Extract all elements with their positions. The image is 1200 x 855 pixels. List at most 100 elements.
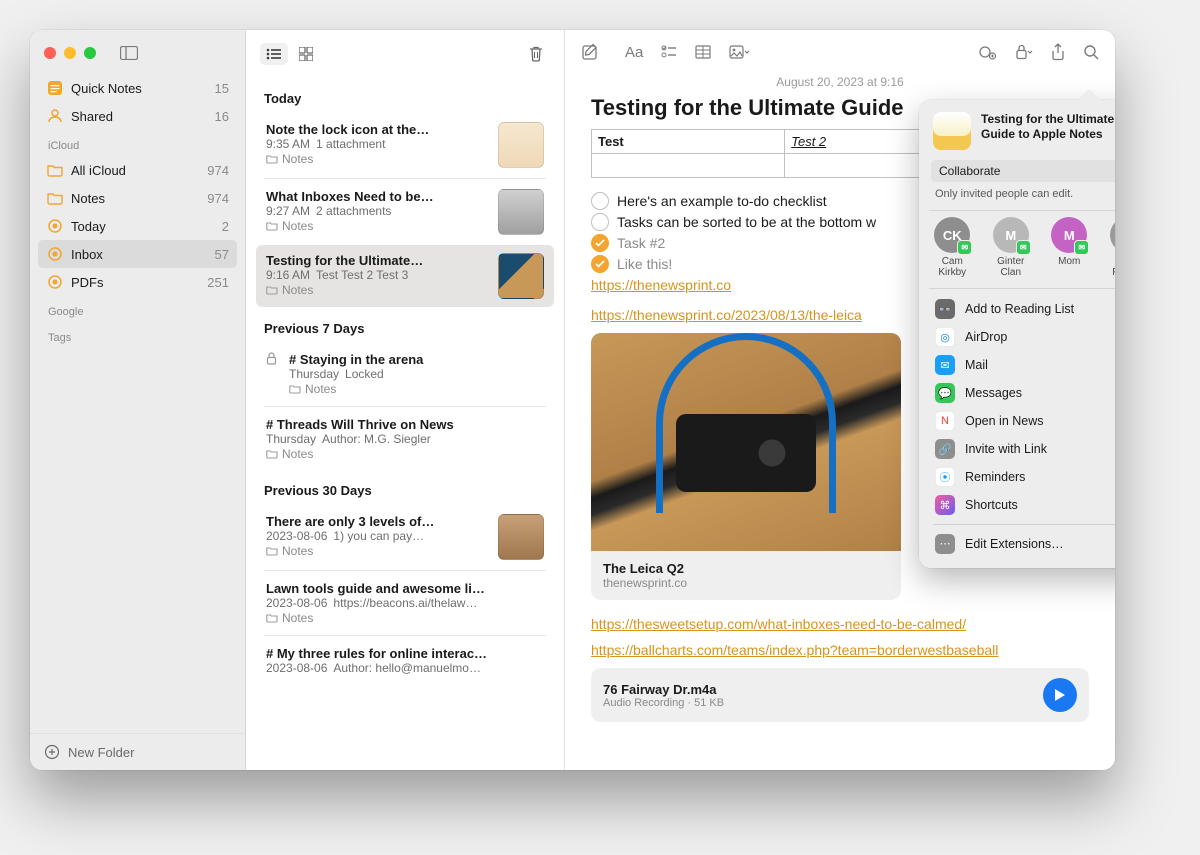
link-preview-card[interactable]: The Leica Q2 thenewsprint.co xyxy=(591,333,901,600)
sidebar-item-all-icloud[interactable]: All iCloud 974 xyxy=(38,156,237,184)
grid-view-button[interactable] xyxy=(292,43,320,65)
note-thumbnail xyxy=(498,189,544,235)
menu-item-label: Add to Reading List xyxy=(965,302,1074,316)
smart-folder-icon xyxy=(46,217,64,235)
note-title: # My three rules for online interac… xyxy=(266,646,544,661)
audio-attachment[interactable]: 76 Fairway Dr.m4a Audio Recording · 51 K… xyxy=(591,668,1089,722)
checkbox[interactable] xyxy=(591,234,609,252)
sidebar-item-notes[interactable]: Notes 974 xyxy=(38,184,237,212)
app-icon: ◎ xyxy=(935,327,955,347)
toggle-sidebar-button[interactable] xyxy=(120,46,138,60)
edit-extensions-button[interactable]: ⋯ Edit Extensions… xyxy=(929,530,1115,558)
lock-icon xyxy=(266,352,277,365)
share-person[interactable]: CK✉Cam Kirkby xyxy=(931,217,974,278)
new-folder-label: New Folder xyxy=(68,745,134,760)
note-item[interactable]: # My three rules for online interac… 202… xyxy=(256,638,554,683)
close-window-button[interactable] xyxy=(44,47,56,59)
share-menu-item[interactable]: 🔗Invite with Link xyxy=(929,435,1115,463)
lock-button[interactable] xyxy=(1015,44,1033,60)
note-item[interactable]: Lawn tools guide and awesome li… 2023-08… xyxy=(256,573,554,633)
link-note-button[interactable] xyxy=(979,44,997,60)
avatar: M✉ xyxy=(993,217,1029,253)
sidebar-item-shared[interactable]: Shared 16 xyxy=(38,102,237,130)
menu-item-label: Open in News xyxy=(965,414,1044,428)
share-menu-item[interactable]: ◎ AirDrop xyxy=(929,323,1115,351)
sidebar-item-count: 974 xyxy=(207,163,229,178)
folder-icon xyxy=(46,189,64,207)
note-item[interactable]: There are only 3 levels of… 2023-08-06 1… xyxy=(256,506,554,568)
editor-toolbar: Aa xyxy=(565,30,1115,69)
checklist-text: Tasks can be sorted to be at the bottom … xyxy=(617,214,876,230)
share-button[interactable] xyxy=(1051,43,1065,61)
note-title: # Threads Will Thrive on News xyxy=(266,417,544,432)
share-menu-item[interactable]: ✉Mail xyxy=(929,351,1115,379)
share-person[interactable]: M✉Ginter Clan xyxy=(990,217,1033,278)
list-view-button[interactable] xyxy=(260,43,288,65)
note-item[interactable]: # Threads Will Thrive on News Thursday A… xyxy=(256,409,554,469)
share-menu-item[interactable]: N Open in News xyxy=(929,407,1115,435)
sidebar-item-count: 57 xyxy=(215,247,229,262)
checklist-text: Like this! xyxy=(617,256,672,272)
search-button[interactable] xyxy=(1083,44,1099,60)
share-menu-item[interactable]: 💬Messages xyxy=(929,379,1115,407)
audio-subtitle: Audio Recording · 51 KB xyxy=(603,697,1033,709)
share-menu-item[interactable]: ⌘Shortcuts xyxy=(929,491,1115,519)
folder-icon xyxy=(266,546,278,556)
media-button[interactable] xyxy=(729,45,749,59)
compose-button[interactable] xyxy=(581,43,599,61)
checklist-button[interactable] xyxy=(661,45,677,59)
share-person[interactable]: M✉Mom xyxy=(1048,217,1091,278)
notes-app-icon xyxy=(933,112,971,150)
list-group-prev30: Previous 30 Days xyxy=(246,471,564,504)
avatar: JF✉ xyxy=(1110,217,1115,253)
preview-image xyxy=(591,333,901,551)
audio-title: 76 Fairway Dr.m4a xyxy=(603,682,1033,697)
smart-folder-icon xyxy=(46,273,64,291)
notes-list-body[interactable]: Today Note the lock icon at the… 9:35 AM… xyxy=(246,75,564,770)
folder-icon xyxy=(266,449,278,459)
share-mode-select[interactable]: Collaborate ⌄ xyxy=(931,160,1115,182)
sidebar-item-inbox[interactable]: Inbox 57 xyxy=(38,240,237,268)
zoom-window-button[interactable] xyxy=(84,47,96,59)
quick-notes-icon xyxy=(46,79,64,97)
sidebar-item-quick-notes[interactable]: Quick Notes 15 xyxy=(38,74,237,102)
menu-item-label: Invite with Link xyxy=(965,442,1047,456)
app-icon: ⌘ xyxy=(935,495,955,515)
play-button[interactable] xyxy=(1043,678,1077,712)
note-item-selected[interactable]: Testing for the Ultimate… 9:16 AM Test T… xyxy=(256,245,554,307)
sidebar-section-icloud: iCloud xyxy=(38,130,237,156)
format-text-button[interactable]: Aa xyxy=(625,44,643,61)
note-link[interactable]: https://ballcharts.com/teams/index.php?t… xyxy=(591,642,998,658)
note-item[interactable]: What Inboxes Need to be… 9:27 AM 2 attac… xyxy=(256,181,554,243)
checkbox[interactable] xyxy=(591,213,609,231)
app-icon: ⦿ xyxy=(935,467,955,487)
minimize-window-button[interactable] xyxy=(64,47,76,59)
smart-folder-icon xyxy=(46,245,64,263)
sidebar-item-count: 15 xyxy=(215,81,229,96)
note-link[interactable]: https://thenewsprint.co/2023/08/13/the-l… xyxy=(591,307,862,323)
share-menu-item[interactable]: ⦿Reminders xyxy=(929,463,1115,491)
share-menu-item[interactable]: 👓Add to Reading List xyxy=(929,295,1115,323)
delete-note-button[interactable] xyxy=(522,43,550,65)
table-button[interactable] xyxy=(695,45,711,59)
avatar: M✉ xyxy=(1051,217,1087,253)
app-icon: N xyxy=(935,411,955,431)
avatar: CK✉ xyxy=(934,217,970,253)
list-toolbar xyxy=(246,30,564,75)
note-title: # Staying in the arena xyxy=(289,352,544,367)
checkbox[interactable] xyxy=(591,192,609,210)
sidebar-item-label: Quick Notes xyxy=(71,81,208,96)
menu-item-label: AirDrop xyxy=(965,330,1007,344)
share-person[interactable]: JF✉John Froese xyxy=(1107,217,1116,278)
sidebar-item-pdfs[interactable]: PDFs 251 xyxy=(38,268,237,296)
note-link[interactable]: https://thesweetsetup.com/what-inboxes-n… xyxy=(591,616,966,632)
share-permission-label: Only invited people can edit. xyxy=(935,188,1073,200)
new-folder-button[interactable]: New Folder xyxy=(30,733,245,770)
note-item[interactable]: Note the lock icon at the… 9:35 AM 1 att… xyxy=(256,114,554,176)
checkbox[interactable] xyxy=(591,255,609,273)
sidebar-item-today[interactable]: Today 2 xyxy=(38,212,237,240)
note-date: August 20, 2023 at 9:16 xyxy=(591,75,1089,89)
note-item[interactable]: # Staying in the arena Thursday Locked N… xyxy=(256,344,554,404)
note-link[interactable]: https://thenewsprint.co xyxy=(591,277,731,293)
share-permission-row[interactable]: Only invited people can edit. › xyxy=(929,186,1115,210)
